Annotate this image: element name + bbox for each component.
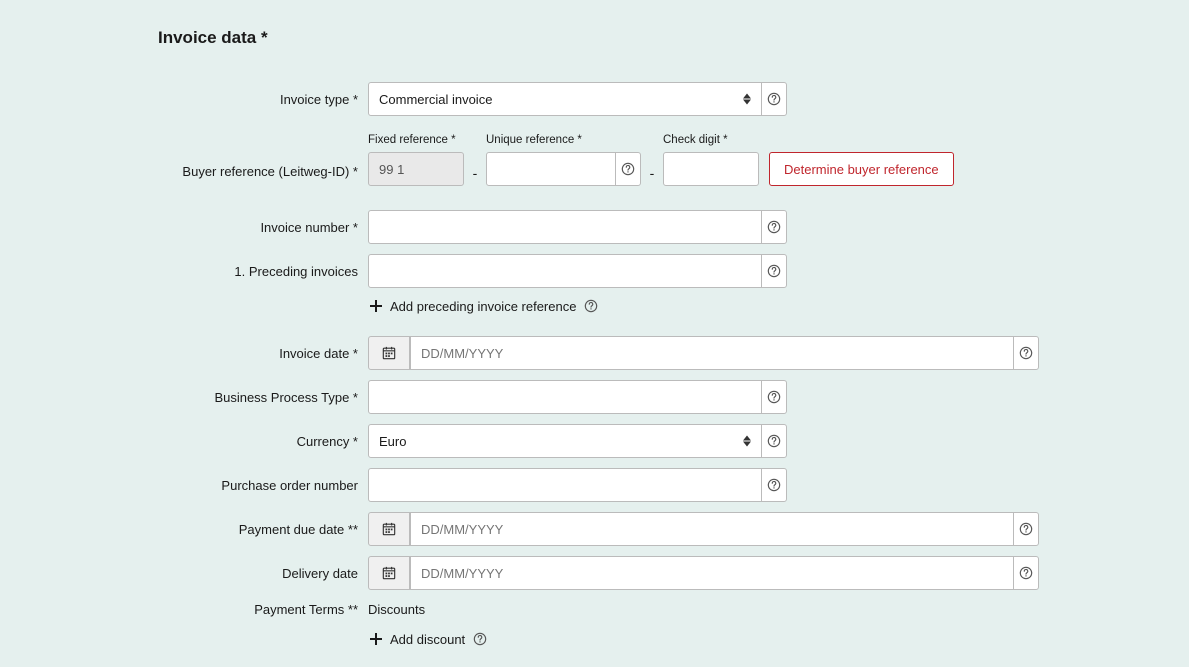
payment-due-date-input[interactable] — [410, 512, 1014, 546]
invoice-date-input[interactable] — [410, 336, 1014, 370]
fixed-reference-field: 99 1 — [368, 152, 464, 186]
calendar-icon[interactable] — [368, 512, 410, 546]
add-discount-button[interactable]: Add discount — [368, 631, 1039, 647]
help-icon[interactable] — [761, 82, 787, 116]
purchase-order-number-input[interactable] — [368, 468, 762, 502]
label-fixed-reference: Fixed reference * — [368, 134, 464, 146]
label-delivery-date: Delivery date — [158, 556, 368, 581]
separator-dash: - — [641, 139, 663, 181]
row-preceding-invoices: 1. Preceding invoices Add preceding invo… — [158, 254, 1039, 326]
label-unique-reference: Unique reference * — [486, 134, 641, 146]
plus-icon — [368, 631, 384, 647]
fixed-reference-value: 99 1 — [379, 162, 404, 177]
check-digit-input[interactable] — [663, 152, 759, 186]
add-preceding-invoice-button[interactable]: Add preceding invoice reference — [368, 298, 1039, 314]
label-currency: Currency * — [158, 424, 368, 449]
chevron-updown-icon — [743, 436, 751, 447]
invoice-type-selected-value: Commercial invoice — [379, 92, 492, 107]
label-purchase-order-number: Purchase order number — [158, 468, 368, 493]
help-icon[interactable] — [761, 380, 787, 414]
add-discount-label: Add discount — [390, 632, 465, 647]
discounts-heading: Discounts — [368, 600, 1039, 617]
separator-dash: - — [464, 139, 486, 181]
invoice-type-select[interactable]: Commercial invoice — [368, 82, 762, 116]
invoice-number-input[interactable] — [368, 210, 762, 244]
row-invoice-date: Invoice date * — [158, 336, 1039, 370]
calendar-icon[interactable] — [368, 556, 410, 590]
unique-reference-input[interactable] — [486, 152, 616, 186]
row-payment-terms: Payment Terms ** Discounts Add discount — [158, 600, 1039, 647]
row-payment-due-date: Payment due date ** — [158, 512, 1039, 546]
row-buyer-reference: Buyer reference (Leitweg-ID) * Fixed ref… — [158, 134, 1039, 186]
row-purchase-order-number: Purchase order number — [158, 468, 1039, 502]
row-invoice-number: Invoice number * — [158, 210, 1039, 244]
help-icon[interactable] — [1013, 512, 1039, 546]
help-icon[interactable] — [1013, 336, 1039, 370]
add-preceding-label: Add preceding invoice reference — [390, 299, 576, 314]
label-payment-due-date: Payment due date ** — [158, 512, 368, 537]
help-icon[interactable] — [615, 152, 641, 186]
label-business-process-type: Business Process Type * — [158, 380, 368, 405]
help-icon[interactable] — [761, 468, 787, 502]
label-check-digit: Check digit * — [663, 134, 759, 146]
row-currency: Currency * Euro — [158, 424, 1039, 458]
help-icon[interactable] — [1013, 556, 1039, 590]
preceding-invoices-input[interactable] — [368, 254, 762, 288]
currency-selected-value: Euro — [379, 434, 406, 449]
determine-buyer-reference-button[interactable]: Determine buyer reference — [769, 152, 954, 186]
help-icon[interactable] — [761, 254, 787, 288]
currency-select[interactable]: Euro — [368, 424, 762, 458]
help-icon[interactable] — [761, 210, 787, 244]
label-preceding-invoices: 1. Preceding invoices — [158, 254, 368, 279]
label-buyer-reference: Buyer reference (Leitweg-ID) * — [158, 134, 368, 179]
calendar-icon[interactable] — [368, 336, 410, 370]
row-business-process-type: Business Process Type * — [158, 380, 1039, 414]
delivery-date-input[interactable] — [410, 556, 1014, 590]
plus-icon — [368, 298, 384, 314]
help-icon[interactable] — [473, 632, 487, 646]
help-icon[interactable] — [584, 299, 598, 313]
section-title: Invoice data * — [158, 28, 1039, 48]
row-delivery-date: Delivery date — [158, 556, 1039, 590]
label-invoice-type: Invoice type * — [158, 82, 368, 107]
label-invoice-date: Invoice date * — [158, 336, 368, 361]
label-payment-terms: Payment Terms ** — [158, 600, 368, 617]
label-invoice-number: Invoice number * — [158, 210, 368, 235]
help-icon[interactable] — [761, 424, 787, 458]
chevron-updown-icon — [743, 94, 751, 105]
row-invoice-type: Invoice type * Commercial invoice — [158, 82, 1039, 116]
business-process-type-input[interactable] — [368, 380, 762, 414]
